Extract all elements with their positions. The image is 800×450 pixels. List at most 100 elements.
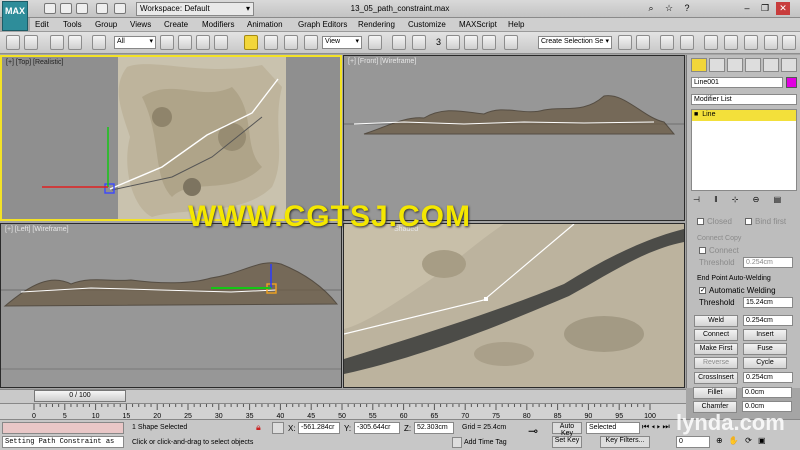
key-filters-button[interactable]: Key Filters... [600, 436, 650, 448]
viewport-navigation-controls[interactable]: ⊕ ✋ ⟳ ▣ [716, 436, 796, 448]
redo-icon[interactable] [24, 35, 38, 50]
angle-snap-icon[interactable] [446, 35, 460, 50]
search-icon[interactable]: ⌕ [644, 2, 658, 15]
unlink-icon[interactable] [68, 35, 82, 50]
bind-space-warp-icon[interactable] [92, 35, 106, 50]
select-and-manipulate-icon[interactable] [392, 35, 406, 50]
snap-toggle[interactable]: 3 [436, 37, 441, 47]
undo-icon[interactable] [6, 35, 20, 50]
key-mode-dropdown[interactable]: Selected [586, 422, 640, 434]
named-selection-dropdown[interactable]: Create Selection Se [538, 36, 612, 49]
x-coordinate-field[interactable]: -561.284cr [298, 422, 340, 434]
select-by-name-icon[interactable] [178, 35, 192, 50]
pivot-center-icon[interactable] [368, 35, 382, 50]
absolute-mode-icon[interactable] [272, 422, 284, 434]
threshold-copy-field[interactable]: 0.254cm [743, 257, 793, 268]
mirror-icon[interactable] [618, 35, 632, 50]
render-setup-icon[interactable] [764, 35, 778, 50]
object-color-swatch[interactable] [786, 77, 797, 88]
reverse-button[interactable]: Reverse [694, 357, 738, 369]
edit-named-selection-icon[interactable] [504, 35, 518, 50]
viewport-perspective[interactable]: Shaded [343, 223, 685, 388]
viewport-left[interactable]: [+] [Left] [Wireframe] [0, 223, 342, 388]
select-and-scale-icon[interactable] [284, 35, 298, 50]
fuse-button[interactable]: Fuse [743, 343, 787, 355]
keyboard-shortcut-override-icon[interactable] [412, 35, 426, 50]
menu-rendering[interactable]: Rendering [358, 20, 395, 29]
connect-button[interactable]: Connect [694, 329, 738, 341]
motion-tab-icon[interactable] [745, 58, 761, 72]
menu-maxscript[interactable]: MAXScript [459, 20, 497, 29]
automatic-welding-checkbox[interactable]: ✓ Automatic Welding [699, 286, 776, 295]
menu-edit[interactable]: Edit [35, 20, 49, 29]
viewport-label-front[interactable]: [+] [Front] [Wireframe] [348, 58, 416, 65]
crossinsert-button[interactable]: CrossInsert [694, 372, 738, 384]
viewport-front[interactable]: [+] [Front] [Wireframe] [343, 55, 685, 221]
set-key-button[interactable]: Set Key [552, 436, 582, 448]
y-coordinate-field[interactable]: -305.644cr [354, 422, 400, 434]
modify-tab-icon[interactable] [709, 58, 725, 72]
object-name-field[interactable]: Line001 [691, 77, 783, 88]
insert-button[interactable]: Insert [743, 329, 787, 341]
schematic-view-icon[interactable] [724, 35, 738, 50]
create-tab-icon[interactable] [691, 58, 707, 72]
application-button[interactable]: MAX [2, 1, 28, 31]
viewport-top[interactable]: [+] [Top] [Realistic] [0, 55, 342, 221]
layer-manager-icon[interactable] [660, 35, 674, 50]
minimize-icon[interactable]: – [740, 2, 754, 15]
track-bar[interactable]: 0 5 10 15 20 25 30 35 40 45 50 55 60 65 70 75 80 85 90 95 10… [0, 403, 686, 420]
menu-create[interactable]: Create [164, 20, 188, 29]
menu-graph-editors[interactable]: Graph Editors [298, 20, 347, 29]
menu-customize[interactable]: Customize [408, 20, 446, 29]
star-icon[interactable]: ☆ [662, 2, 676, 15]
add-time-tag-button[interactable]: Add Time Tag [464, 439, 507, 446]
key-icon[interactable]: ⊸ [528, 424, 538, 438]
menu-tools[interactable]: Tools [63, 20, 82, 29]
lock-icon[interactable]: 🔒︎ [256, 422, 266, 434]
stack-tools[interactable]: ⊣ ǁ ⊹ ⊖ ▤ [693, 195, 795, 207]
modifier-list-dropdown[interactable]: Modifier List [691, 94, 797, 105]
current-frame-field[interactable]: 0 [676, 436, 710, 448]
select-and-rotate-icon[interactable] [264, 35, 278, 50]
time-tag-icon[interactable] [452, 437, 462, 448]
menu-views[interactable]: Views [130, 20, 151, 29]
curve-editor-icon[interactable] [704, 35, 718, 50]
weld-threshold-field[interactable]: 15.24cm [743, 297, 793, 308]
graphite-ribbon-icon[interactable] [680, 35, 694, 50]
viewport-label-left[interactable]: [+] [Left] [Wireframe] [5, 226, 69, 233]
fillet-button[interactable]: Fillet [693, 387, 737, 399]
bind-first-checkbox[interactable]: Bind first [745, 217, 786, 226]
hierarchy-tab-icon[interactable] [727, 58, 743, 72]
select-and-move-icon[interactable] [244, 35, 258, 50]
restore-icon[interactable]: ❐ [758, 2, 772, 15]
selection-filter-dropdown[interactable]: All [114, 36, 156, 49]
spinner-snap-icon[interactable] [482, 35, 496, 50]
menu-group[interactable]: Group [95, 20, 117, 29]
reference-coordinate-dropdown[interactable]: View [322, 36, 362, 49]
fillet-value-field[interactable]: 0.0cm [742, 387, 792, 398]
link-icon[interactable] [50, 35, 64, 50]
maxscript-listener-line[interactable] [2, 422, 124, 434]
viewport-label-top[interactable]: [+] [Top] [Realistic] [6, 59, 63, 66]
menu-animation[interactable]: Animation [247, 20, 283, 29]
close-icon[interactable]: ✕ [776, 2, 790, 15]
menu-help[interactable]: Help [508, 20, 524, 29]
percent-snap-icon[interactable] [464, 35, 478, 50]
place-icon[interactable] [304, 35, 318, 50]
connect-checkbox[interactable]: Connect [699, 246, 739, 255]
display-tab-icon[interactable] [763, 58, 779, 72]
cycle-button[interactable]: Cycle [743, 357, 787, 369]
auto-key-button[interactable]: Auto Key [552, 422, 582, 437]
make-first-button[interactable]: Make First [694, 343, 738, 355]
utilities-tab-icon[interactable] [781, 58, 797, 72]
time-slider[interactable]: 0 / 100 [34, 390, 126, 402]
rectangular-selection-icon[interactable] [196, 35, 210, 50]
stack-item-line[interactable]: ■ Line [692, 110, 796, 121]
select-object-icon[interactable] [160, 35, 174, 50]
window-crossing-icon[interactable] [214, 35, 228, 50]
help-icon[interactable]: ? [680, 2, 694, 15]
material-editor-icon[interactable] [744, 35, 758, 50]
render-production-icon[interactable] [782, 35, 796, 50]
weld-value-field[interactable]: 0.254cm [743, 315, 793, 326]
weld-button[interactable]: Weld [694, 315, 738, 327]
